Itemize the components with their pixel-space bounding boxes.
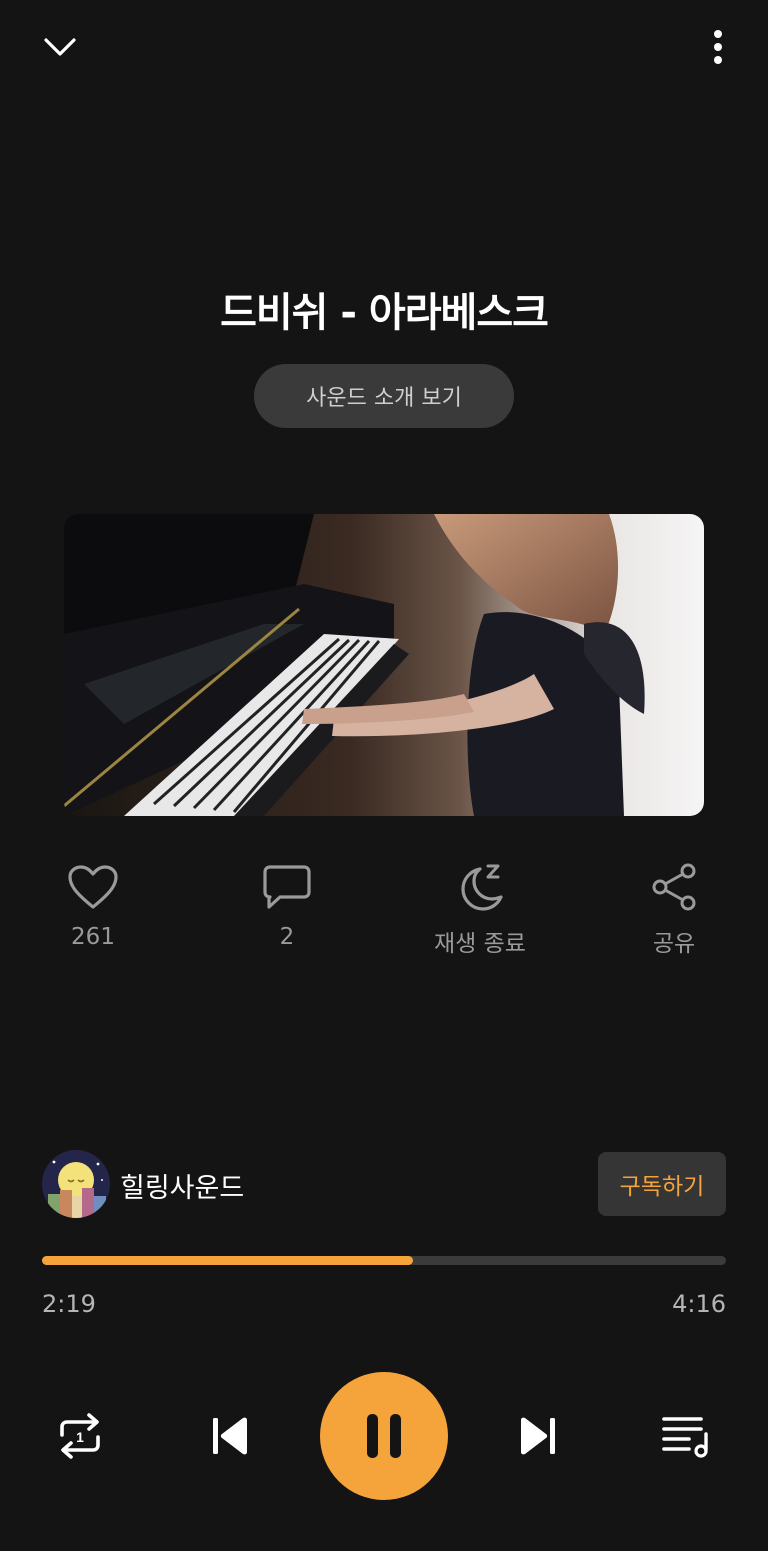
total-time: 4:16 [672, 1290, 726, 1318]
repeat-one-icon: 1 [60, 1413, 100, 1459]
subscribe-button[interactable]: 구독하기 [598, 1152, 726, 1216]
track-artwork [64, 514, 704, 816]
share-button[interactable]: 공유 [604, 858, 744, 958]
moon-sleep-icon [461, 864, 503, 911]
previous-button[interactable] [200, 1406, 260, 1466]
sound-intro-button[interactable]: 사운드 소개 보기 [254, 364, 514, 428]
track-title: 드비쉬 - 아라베스크 [220, 290, 549, 336]
comment-icon [263, 865, 311, 909]
repeat-button[interactable]: 1 [50, 1406, 110, 1466]
like-button[interactable]: 261 [23, 858, 163, 950]
action-row: 261 2 재생 종료 공유 [0, 858, 768, 968]
pause-icon [367, 1414, 401, 1458]
comment-button[interactable]: 2 [217, 858, 357, 950]
skip-next-icon [521, 1417, 555, 1455]
channel-avatar[interactable] [42, 1150, 110, 1218]
progress-fill [42, 1256, 414, 1265]
next-button[interactable] [508, 1406, 568, 1466]
comment-count: 2 [279, 924, 295, 950]
playlist-button[interactable] [656, 1406, 716, 1466]
heart-icon [68, 865, 118, 909]
moon-city-avatar-icon [42, 1150, 110, 1218]
more-options-button[interactable] [698, 20, 738, 74]
playback-controls: 1 [0, 1372, 768, 1500]
channel-row: 힐링사운드 구독하기 [42, 1150, 726, 1218]
like-count: 261 [71, 924, 115, 950]
top-bar [0, 0, 768, 92]
sleep-timer-button[interactable]: 재생 종료 [410, 858, 550, 958]
progress-bar[interactable] [42, 1256, 726, 1265]
pause-button[interactable] [320, 1372, 448, 1500]
piano-player-photo [64, 514, 704, 816]
chevron-down-icon [44, 38, 76, 56]
share-icon [652, 863, 696, 911]
share-label: 공유 [652, 931, 696, 957]
current-time: 2:19 [42, 1290, 96, 1318]
collapse-button[interactable] [30, 20, 90, 74]
playlist-icon [662, 1417, 708, 1458]
channel-name[interactable]: 힐링사운드 [120, 1166, 244, 1205]
sleep-timer-label: 재생 종료 [434, 931, 526, 957]
skip-previous-icon [213, 1417, 247, 1455]
more-vertical-icon [714, 30, 722, 64]
svg-text:1: 1 [76, 1429, 84, 1445]
